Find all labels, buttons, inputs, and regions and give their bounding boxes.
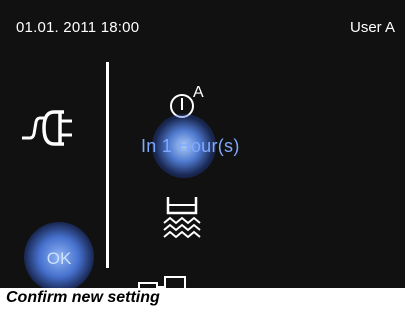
caption-text: Confirm new setting [6,289,160,306]
user-label: User A [349,19,395,36]
vertical-divider [106,62,109,268]
status-bar: 01.01. 2011 18:00 User A [0,0,405,48]
datetime-label: 01.01. 2011 18:00 [16,19,140,36]
ok-button-label: OK [46,249,72,268]
duration-label[interactable]: In 1 Hour(s) [141,136,240,157]
device-display: 01.01. 2011 18:00 User A A In 1 Hour(s) … [0,0,405,309]
timer-badge: A [193,84,204,101]
screen: 01.01. 2011 18:00 User A A In 1 Hour(s) … [0,0,405,309]
caption-bar: Confirm new setting [0,288,405,309]
ok-button[interactable]: OK [24,222,94,292]
power-plug-icon [20,108,92,153]
bath-heating-icon [162,193,208,248]
